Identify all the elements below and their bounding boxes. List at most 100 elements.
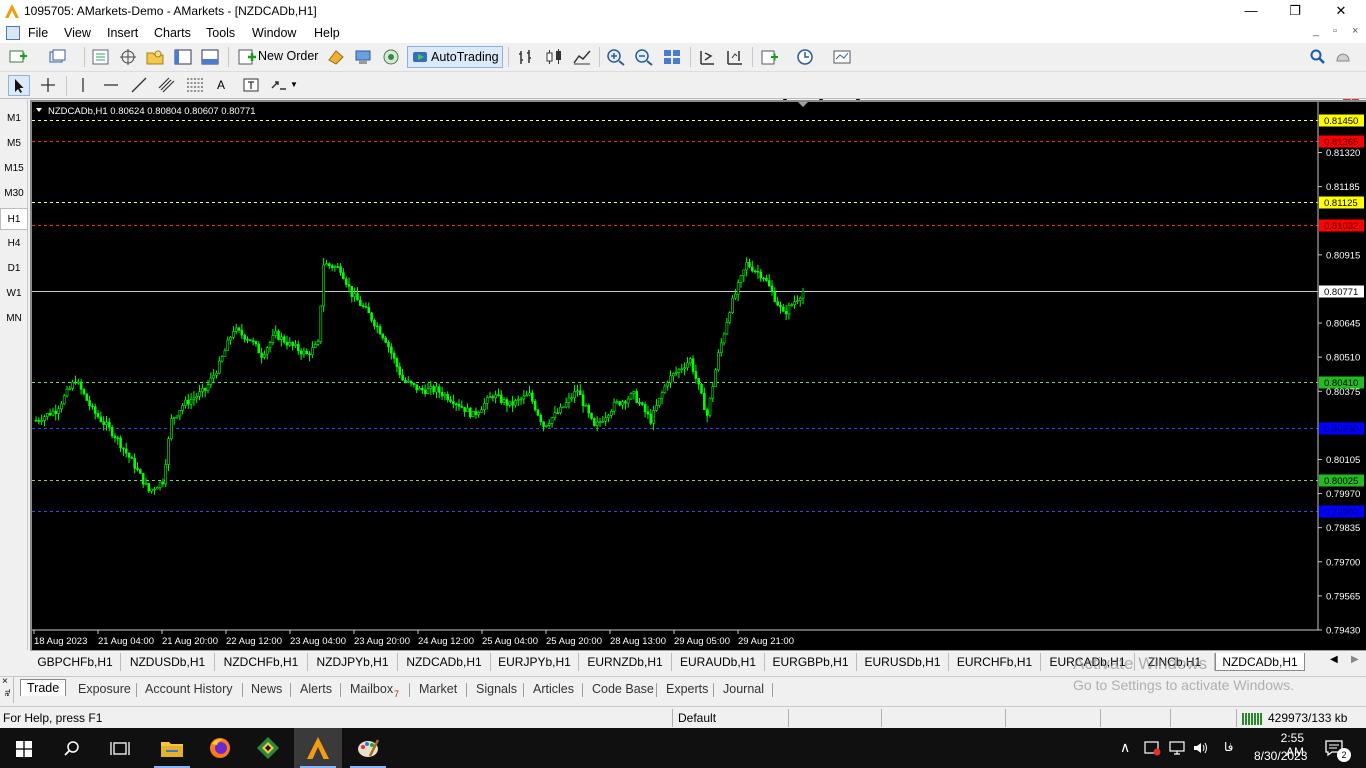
terminal-icon[interactable]: [173, 48, 193, 66]
new-chart-icon[interactable]: [9, 48, 29, 66]
taskbar-trading-app[interactable]: [244, 728, 292, 768]
chart-shift-marker-icon[interactable]: [798, 102, 808, 107]
menu-charts[interactable]: Charts: [154, 26, 191, 40]
signals-icon[interactable]: [381, 48, 401, 66]
tabs-scroll-right-icon[interactable]: ▶: [1351, 654, 1359, 665]
market-icon[interactable]: [353, 48, 373, 66]
timeframe-m30[interactable]: M30: [0, 183, 28, 205]
mdi-restore-button[interactable]: ▫: [1333, 25, 1337, 37]
chart-shift-icon[interactable]: [725, 48, 745, 66]
menu-insert[interactable]: Insert: [107, 26, 138, 40]
market-watch-icon[interactable]: [91, 48, 111, 66]
menu-file[interactable]: File: [28, 26, 48, 40]
bar-chart-icon[interactable]: [516, 48, 536, 66]
profiles-icon[interactable]: [48, 48, 68, 66]
volume-icon[interactable]: [1192, 740, 1210, 756]
menu-help[interactable]: Help: [314, 26, 340, 40]
indicators-icon[interactable]: [760, 48, 780, 66]
strategy-tester-icon[interactable]: [200, 48, 220, 66]
vertical-line-icon[interactable]: [73, 76, 93, 94]
tile-windows-icon[interactable]: [662, 48, 682, 66]
minimize-button[interactable]: —: [1228, 0, 1274, 23]
chart-tab[interactable]: NZDCADb,H1: [398, 653, 491, 671]
fibonacci-icon[interactable]: [185, 76, 205, 94]
chart-tab[interactable]: EURJPYb,H1: [491, 653, 579, 671]
timeframe-m1[interactable]: M1: [0, 108, 28, 130]
search-icon[interactable]: [1308, 48, 1328, 66]
tray-app-icon[interactable]: [1144, 740, 1162, 756]
line-chart-icon[interactable]: [572, 48, 592, 66]
chart-menu-triangle-icon[interactable]: [36, 108, 42, 112]
start-button[interactable]: [0, 728, 48, 768]
cursor-button[interactable]: [8, 75, 30, 96]
tabs-scroll-left-icon[interactable]: ◀: [1330, 654, 1338, 665]
chart-tab[interactable]: NZDJPYb,H1: [308, 653, 398, 671]
periods-icon[interactable]: [795, 48, 815, 66]
data-window-icon[interactable]: [118, 48, 138, 66]
text-icon[interactable]: A: [217, 78, 225, 92]
horizontal-line-icon[interactable]: [101, 76, 121, 94]
chart-tab[interactable]: EURAUDb,H1: [672, 653, 765, 671]
tab-news[interactable]: News: [251, 682, 282, 696]
chart-window[interactable]: 0.81450 0.81365 0.81125 0.81032 0.80771 0.804…: [30, 100, 1366, 650]
connection-bars-icon[interactable]: [1242, 711, 1264, 725]
task-view-button[interactable]: [96, 728, 144, 768]
tab-signals[interactable]: Signals: [476, 682, 517, 696]
chart-tab[interactable]: EURUSDb,H1: [857, 653, 949, 671]
mdi-close-button[interactable]: ×: [1352, 25, 1358, 37]
new-order-button[interactable]: New Order: [258, 49, 318, 63]
timeframe-m15[interactable]: M15: [0, 158, 28, 180]
taskbar-file-explorer[interactable]: [148, 728, 196, 768]
text-label-icon[interactable]: [241, 76, 261, 94]
mdi-minimize-button[interactable]: _: [1313, 25, 1319, 37]
tab-alerts[interactable]: Alerts: [300, 682, 332, 696]
tab-account-history[interactable]: Account History: [145, 682, 233, 696]
new-order-icon[interactable]: [237, 48, 257, 66]
chart-tab[interactable]: EURNZDb,H1: [579, 653, 672, 671]
menu-view[interactable]: View: [64, 26, 91, 40]
tab-code-base[interactable]: Code Base: [592, 682, 654, 696]
tab-experts[interactable]: Experts: [666, 682, 708, 696]
tray-overflow-icon[interactable]: ∧: [1120, 739, 1130, 756]
timeframe-w1[interactable]: W1: [0, 283, 28, 305]
timeframe-h1[interactable]: H1: [0, 208, 28, 230]
tab-market[interactable]: Market: [419, 682, 457, 696]
tab-trade[interactable]: Trade: [20, 679, 67, 696]
arrows-icon[interactable]: [269, 76, 289, 94]
trendline-icon[interactable]: [129, 76, 149, 94]
timeframe-m5[interactable]: M5: [0, 133, 28, 155]
metaeditor-icon[interactable]: [326, 48, 346, 66]
menu-window[interactable]: Window: [252, 26, 296, 40]
timeframe-d1[interactable]: D1: [0, 258, 28, 280]
auto-scroll-icon[interactable]: [697, 48, 717, 66]
timeframe-mn[interactable]: MN: [0, 308, 28, 330]
chart-tab[interactable]: NZDUSDb,H1: [121, 653, 215, 671]
maximize-button[interactable]: ❐: [1272, 0, 1318, 23]
equidistant-channel-icon[interactable]: [157, 76, 177, 94]
network-icon[interactable]: [1168, 740, 1186, 756]
templates-icon[interactable]: [832, 48, 852, 66]
clock-date[interactable]: 8/30/2023: [1254, 749, 1307, 763]
tab-journal[interactable]: Journal: [723, 682, 764, 696]
autotrading-button[interactable]: AutoTrading: [407, 46, 503, 68]
taskbar-amarkets[interactable]: [294, 728, 342, 768]
navigator-icon[interactable]: [145, 48, 165, 66]
language-indicator[interactable]: فا: [1224, 740, 1233, 754]
zoom-in-icon[interactable]: [606, 48, 626, 66]
search-button[interactable]: [48, 728, 96, 768]
taskbar-paint[interactable]: [344, 728, 392, 768]
tab-articles[interactable]: Articles: [533, 682, 574, 696]
tab-exposure[interactable]: Exposure: [78, 682, 131, 696]
terminal-side-handle[interactable]: × Te: [0, 676, 14, 703]
candlestick-icon[interactable]: [544, 48, 564, 66]
chart-window-icon[interactable]: [6, 26, 20, 40]
crosshair-icon[interactable]: [38, 76, 58, 94]
chart-tab[interactable]: NZDCHFb,H1: [215, 653, 308, 671]
chart-tab[interactable]: EURGBPb,H1: [765, 653, 857, 671]
close-button[interactable]: ✕: [1318, 0, 1364, 23]
notifications-icon[interactable]: [1334, 48, 1354, 66]
tab-mailbox[interactable]: Mailbox: [350, 682, 393, 696]
menu-tools[interactable]: Tools: [206, 26, 235, 40]
zoom-out-icon[interactable]: [634, 48, 654, 66]
terminal-close-icon[interactable]: ×: [2, 676, 8, 687]
